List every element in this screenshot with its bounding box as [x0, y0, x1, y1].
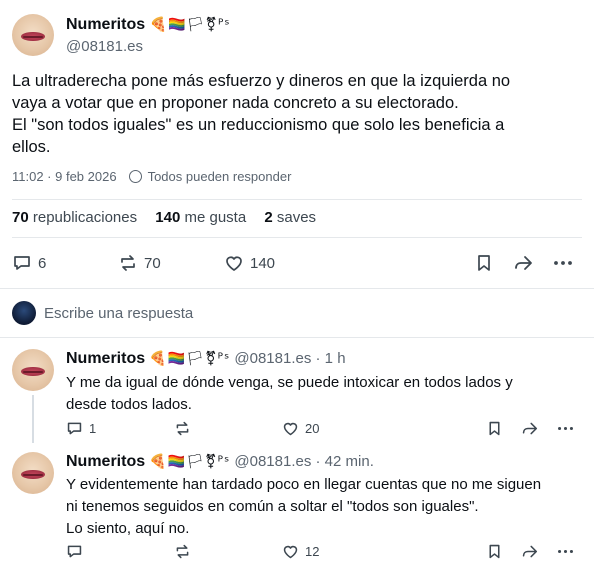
divider — [0, 288, 594, 289]
repost-icon — [176, 421, 189, 435]
more-button[interactable] — [556, 420, 575, 437]
likes-stat[interactable]: 140 me gusta — [155, 209, 246, 226]
reply-header: Numeritos 🍕🏳️‍🌈🏳⚧ᴾˢ @08181.es · 1 h — [66, 350, 346, 368]
reply-author-avatar[interactable] — [12, 452, 54, 494]
author-name[interactable]: Numeritos — [66, 16, 145, 33]
share-icon — [522, 422, 538, 434]
post-timestamp[interactable]: 11:02 · 9 feb 2026 — [12, 169, 117, 184]
post-text: La ultraderecha pone más esfuerzo y dine… — [12, 70, 582, 158]
reply-header: Numeritos 🍕🏳️‍🌈🏳⚧ᴾˢ @08181.es · 42 min. — [66, 453, 374, 471]
bookmark-button[interactable] — [486, 420, 503, 437]
like-count: 20 — [305, 420, 320, 436]
reply-author-handle[interactable]: @08181.es — [234, 350, 311, 367]
reply-author-name[interactable]: Numeritos — [66, 350, 145, 367]
saves-stat[interactable]: 2 saves — [264, 209, 316, 226]
reply-icon — [14, 256, 30, 270]
reply-author-avatar[interactable] — [12, 349, 54, 391]
reply-setting: Todos pueden responder — [147, 169, 292, 184]
reply-text-line: Y me da igual de dónde venga, se puede i… — [66, 374, 513, 391]
reply-age[interactable]: · 42 min. — [316, 453, 374, 470]
share-button[interactable] — [520, 543, 539, 560]
reply-count: 6 — [38, 254, 47, 272]
bookmark-button[interactable] — [474, 253, 494, 273]
reposts-stat[interactable]: 70 republicaciones — [12, 209, 137, 226]
more-icon — [554, 261, 572, 265]
reply-text: Y evidentemente han tardado poco en lleg… — [66, 474, 586, 540]
bookmark-icon — [489, 421, 500, 435]
more-button[interactable] — [556, 543, 575, 560]
post-text-line: El "son todos iguales" es un reduccionis… — [12, 116, 505, 134]
reply-author-name[interactable]: Numeritos — [66, 453, 145, 470]
reply-text-line: desde todos lados. — [66, 396, 192, 413]
like-button[interactable]: 140 — [224, 253, 275, 273]
reply-text: Y me da igual de dónde venga, se puede i… — [66, 372, 586, 416]
like-count: 12 — [305, 543, 320, 559]
share-button[interactable] — [520, 420, 539, 437]
divider — [12, 199, 582, 200]
current-user-avatar — [12, 301, 36, 325]
author-name-row[interactable]: Numeritos 🍕🏳️‍🌈🏳⚧ᴾˢ — [66, 16, 231, 34]
repost-button[interactable]: 70 — [118, 253, 161, 273]
post-meta: 11:02 · 9 feb 2026 Todos pueden responde… — [12, 169, 291, 184]
bookmark-icon — [489, 544, 500, 558]
reply-icon — [67, 545, 82, 557]
more-icon — [558, 426, 573, 430]
globe-icon — [128, 170, 142, 183]
repost-button[interactable] — [174, 420, 191, 437]
author-handle[interactable]: @08181.es — [66, 38, 143, 55]
like-button[interactable]: 12 — [282, 543, 319, 560]
share-icon — [522, 545, 538, 557]
reply-text-line: Lo siento, aquí no. — [66, 520, 190, 537]
heart-icon — [283, 545, 298, 558]
reply-count: 1 — [89, 420, 97, 436]
heart-icon — [283, 422, 298, 435]
more-button[interactable] — [552, 253, 574, 273]
share-button[interactable] — [512, 253, 534, 273]
like-count: 140 — [250, 254, 276, 272]
compose-reply-placeholder[interactable]: Escribe una respuesta — [44, 305, 193, 322]
share-icon — [515, 256, 532, 270]
reply-button[interactable]: 6 — [12, 253, 46, 273]
bookmark-icon — [478, 255, 490, 271]
divider — [0, 337, 594, 338]
repost-icon — [121, 255, 135, 271]
repost-icon — [176, 544, 189, 558]
compose-reply[interactable]: Escribe una respuesta — [12, 301, 193, 325]
reply-age[interactable]: · 1 h — [316, 350, 346, 367]
author-badges: 🍕🏳️‍🌈🏳⚧ᴾˢ — [149, 17, 231, 33]
more-icon — [558, 549, 573, 553]
divider — [12, 237, 582, 238]
post-text-line: ellos. — [12, 138, 51, 156]
reply-author-badges: 🍕🏳️‍🌈🏳⚧ᴾˢ — [149, 351, 231, 367]
post-stats: 70 republicaciones 140 me gusta 2 saves — [12, 209, 316, 226]
reply-author-badges: 🍕🏳️‍🌈🏳⚧ᴾˢ — [149, 454, 231, 470]
heart-icon — [226, 256, 242, 271]
post-text-line: vaya a votar que en proponer nada concre… — [12, 94, 459, 112]
bookmark-button[interactable] — [486, 543, 503, 560]
thread-line — [32, 395, 34, 443]
reply-text-line: ni tenemos seguidos en común a soltar el… — [66, 498, 479, 515]
reply-icon — [67, 422, 82, 434]
repost-button[interactable] — [174, 543, 191, 560]
post-text-line: La ultraderecha pone más esfuerzo y dine… — [12, 72, 511, 90]
reply-text-line: Y evidentemente han tardado poco en lleg… — [66, 476, 542, 493]
reply-button[interactable]: 1 — [66, 420, 96, 437]
like-button[interactable]: 20 — [282, 420, 319, 437]
repost-count: 70 — [144, 254, 161, 272]
author-avatar[interactable] — [12, 14, 54, 56]
reply-button[interactable] — [66, 543, 89, 560]
reply-author-handle[interactable]: @08181.es — [234, 453, 311, 470]
